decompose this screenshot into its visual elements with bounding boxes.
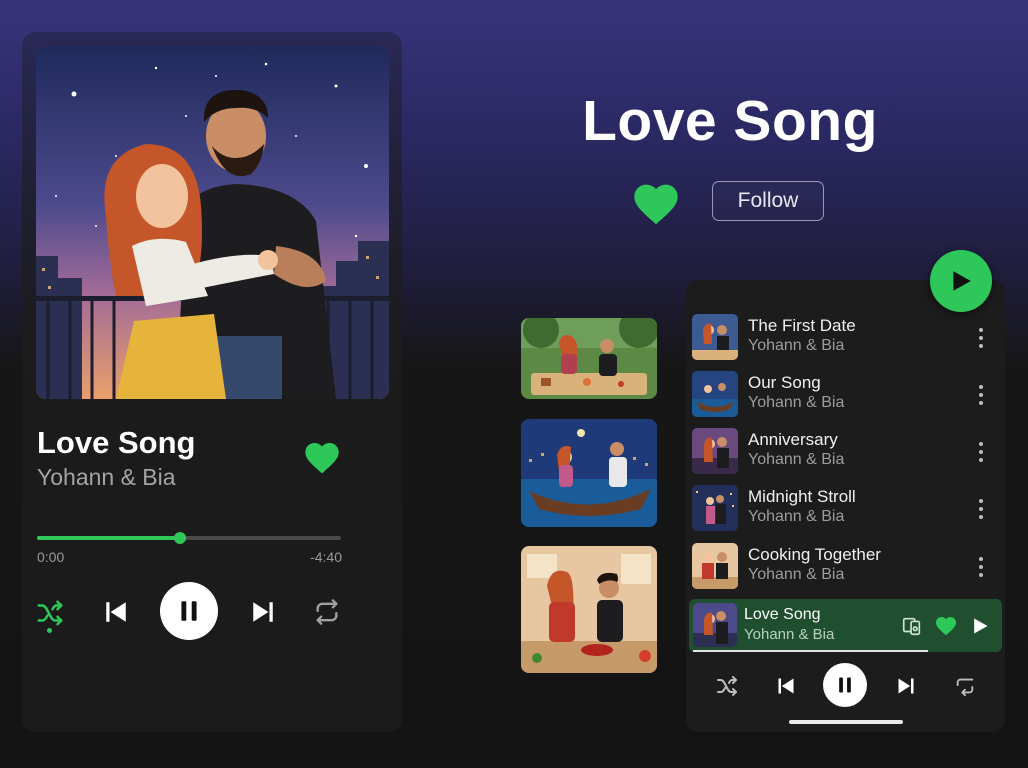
like-heart-icon[interactable] [302,438,342,478]
track-row[interactable]: The First Date Yohann & Bia [692,312,1002,364]
play-icon[interactable] [966,612,994,640]
thumbnail-cooking[interactable] [521,546,657,673]
track-row[interactable]: Cooking Together Yohann & Bia [692,541,1002,593]
next-icon [253,602,273,622]
more-options-icon[interactable] [968,324,994,352]
next-button[interactable] [892,672,920,700]
more-options-icon[interactable] [968,553,994,581]
devices-icon[interactable] [899,613,925,639]
track-row[interactable]: Anniversary Yohann & Bia [692,426,1002,478]
progress-bar[interactable] [37,532,341,544]
follow-button[interactable]: Follow [712,181,824,221]
track-title: The First Date [748,316,856,335]
track-artist: Yohann & Bia [748,508,845,525]
track-artist: Yohann & Bia [748,337,845,354]
track-thumbnail [692,543,738,589]
progress-fill [37,536,180,540]
track-artist: Yohann & Bia [748,394,845,411]
repeat-icon [316,599,338,625]
track-thumbnail [692,371,738,417]
shuffle-icon [717,676,737,696]
track-title: Midnight Stroll [748,487,856,506]
thumbnail-picnic[interactable] [521,318,657,399]
time-elapsed: 0:00 [37,549,65,565]
shuffle-button[interactable] [32,595,68,631]
track-thumbnail [692,314,738,360]
play-pause-button[interactable] [160,582,218,640]
home-indicator [789,720,903,724]
pause-icon [181,601,197,621]
album-art [36,46,389,399]
track-title: Our Song [748,373,821,392]
like-heart-icon[interactable] [932,612,960,640]
now-playing-thumbnail [693,603,737,647]
more-options-icon[interactable] [968,381,994,409]
track-thumbnail [692,428,738,474]
track-artist: Yohann & Bia [748,566,845,583]
track-title: Anniversary [748,430,838,449]
song-artist[interactable]: Yohann & Bia [37,464,176,491]
song-title: Love Song [37,425,196,460]
now-playing-title: Love Song [744,606,821,623]
previous-button[interactable] [772,672,800,700]
time-remaining: -4:40 [310,549,342,565]
track-row[interactable]: Midnight Stroll Yohann & Bia [692,483,1002,535]
repeat-button[interactable] [950,671,980,701]
thumbnail-boat[interactable] [521,419,657,527]
play-icon [953,271,971,291]
previous-icon [106,602,126,622]
shuffle-icon [37,600,63,626]
track-row[interactable]: Our Song Yohann & Bia [692,369,1002,421]
page-title: Love Song [582,89,878,153]
progress-handle[interactable] [173,532,186,544]
previous-button[interactable] [98,594,134,630]
like-heart-icon[interactable] [630,178,682,226]
track-title: Cooking Together [748,545,881,564]
play-fab-button[interactable] [930,250,992,312]
next-icon [898,678,914,694]
track-artist: Yohann & Bia [748,451,845,468]
now-playing-bar[interactable]: Love Song Yohann & Bia [689,599,1002,652]
more-options-icon[interactable] [968,438,994,466]
pause-icon [839,677,851,693]
repeat-icon [956,678,974,697]
play-pause-button[interactable] [823,663,867,707]
repeat-button[interactable] [309,594,345,630]
now-playing-progress [693,650,928,652]
track-thumbnail [692,485,738,531]
previous-icon [778,678,794,694]
now-playing-artist: Yohann & Bia [744,626,835,643]
more-options-icon[interactable] [968,495,994,523]
next-button[interactable] [245,594,281,630]
shuffle-active-dot [47,628,52,633]
shuffle-button[interactable] [712,671,742,701]
